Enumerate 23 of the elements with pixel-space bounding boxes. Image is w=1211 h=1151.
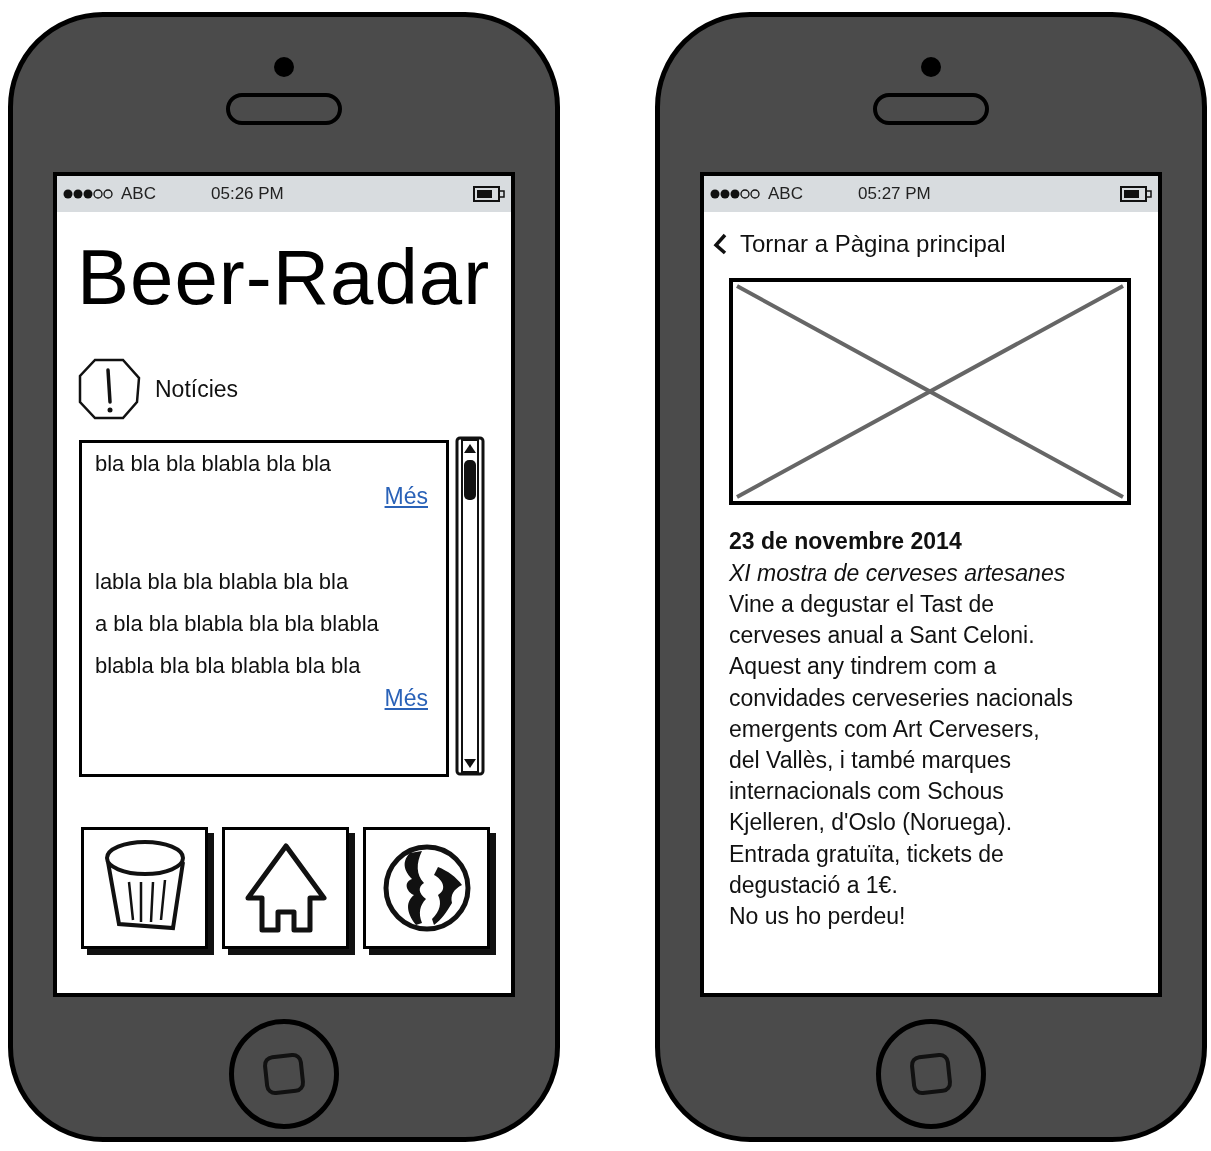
signal-icon xyxy=(710,188,762,200)
carrier-label: ABC xyxy=(121,183,157,206)
section-heading: Notícies xyxy=(155,374,239,404)
globe-icon xyxy=(381,843,472,933)
signal-icon xyxy=(63,188,115,200)
back-icon xyxy=(712,232,728,256)
event-subtitle: XI mostra de cerveses artesanes xyxy=(729,559,1067,588)
news-text: labla bla bla blabla bla bla a bla bla blabla bla bla blabla blabla bla bla blabla bla bla xyxy=(95,568,380,680)
event-date: 23 de novembre 2014 xyxy=(729,527,963,556)
news-text: bla bla bla blabla bla bla xyxy=(95,450,333,478)
warning-icon xyxy=(77,358,141,420)
back-link[interactable]: Tornar a Pàgina principal xyxy=(712,226,1158,262)
battery-icon xyxy=(1120,186,1152,202)
more-link[interactable]: Més xyxy=(384,683,428,713)
home-icon xyxy=(243,842,328,934)
carrier-label: ABC xyxy=(768,183,804,206)
clock-time: 05:26 PM xyxy=(211,183,284,206)
clock-time: 05:27 PM xyxy=(858,183,931,206)
app-title: Beer-Radar xyxy=(77,238,492,316)
event-description: Vine a degustar el Tast de cerveses anual a Sant Celoni. Aquest any tindrem com a convidades cerveseries nacionals emergents com Art Cervesers, del Vallès, i també marques internacionals com Schous Kjelleren, d'Oslo (Noruega). Entrada gratuïta, tickets de degustació a 1€. No us ho perdeu! xyxy=(729,590,1074,932)
more-link[interactable]: Més xyxy=(384,481,428,511)
scroll-bar[interactable] xyxy=(455,436,485,776)
battery-icon xyxy=(473,186,505,202)
